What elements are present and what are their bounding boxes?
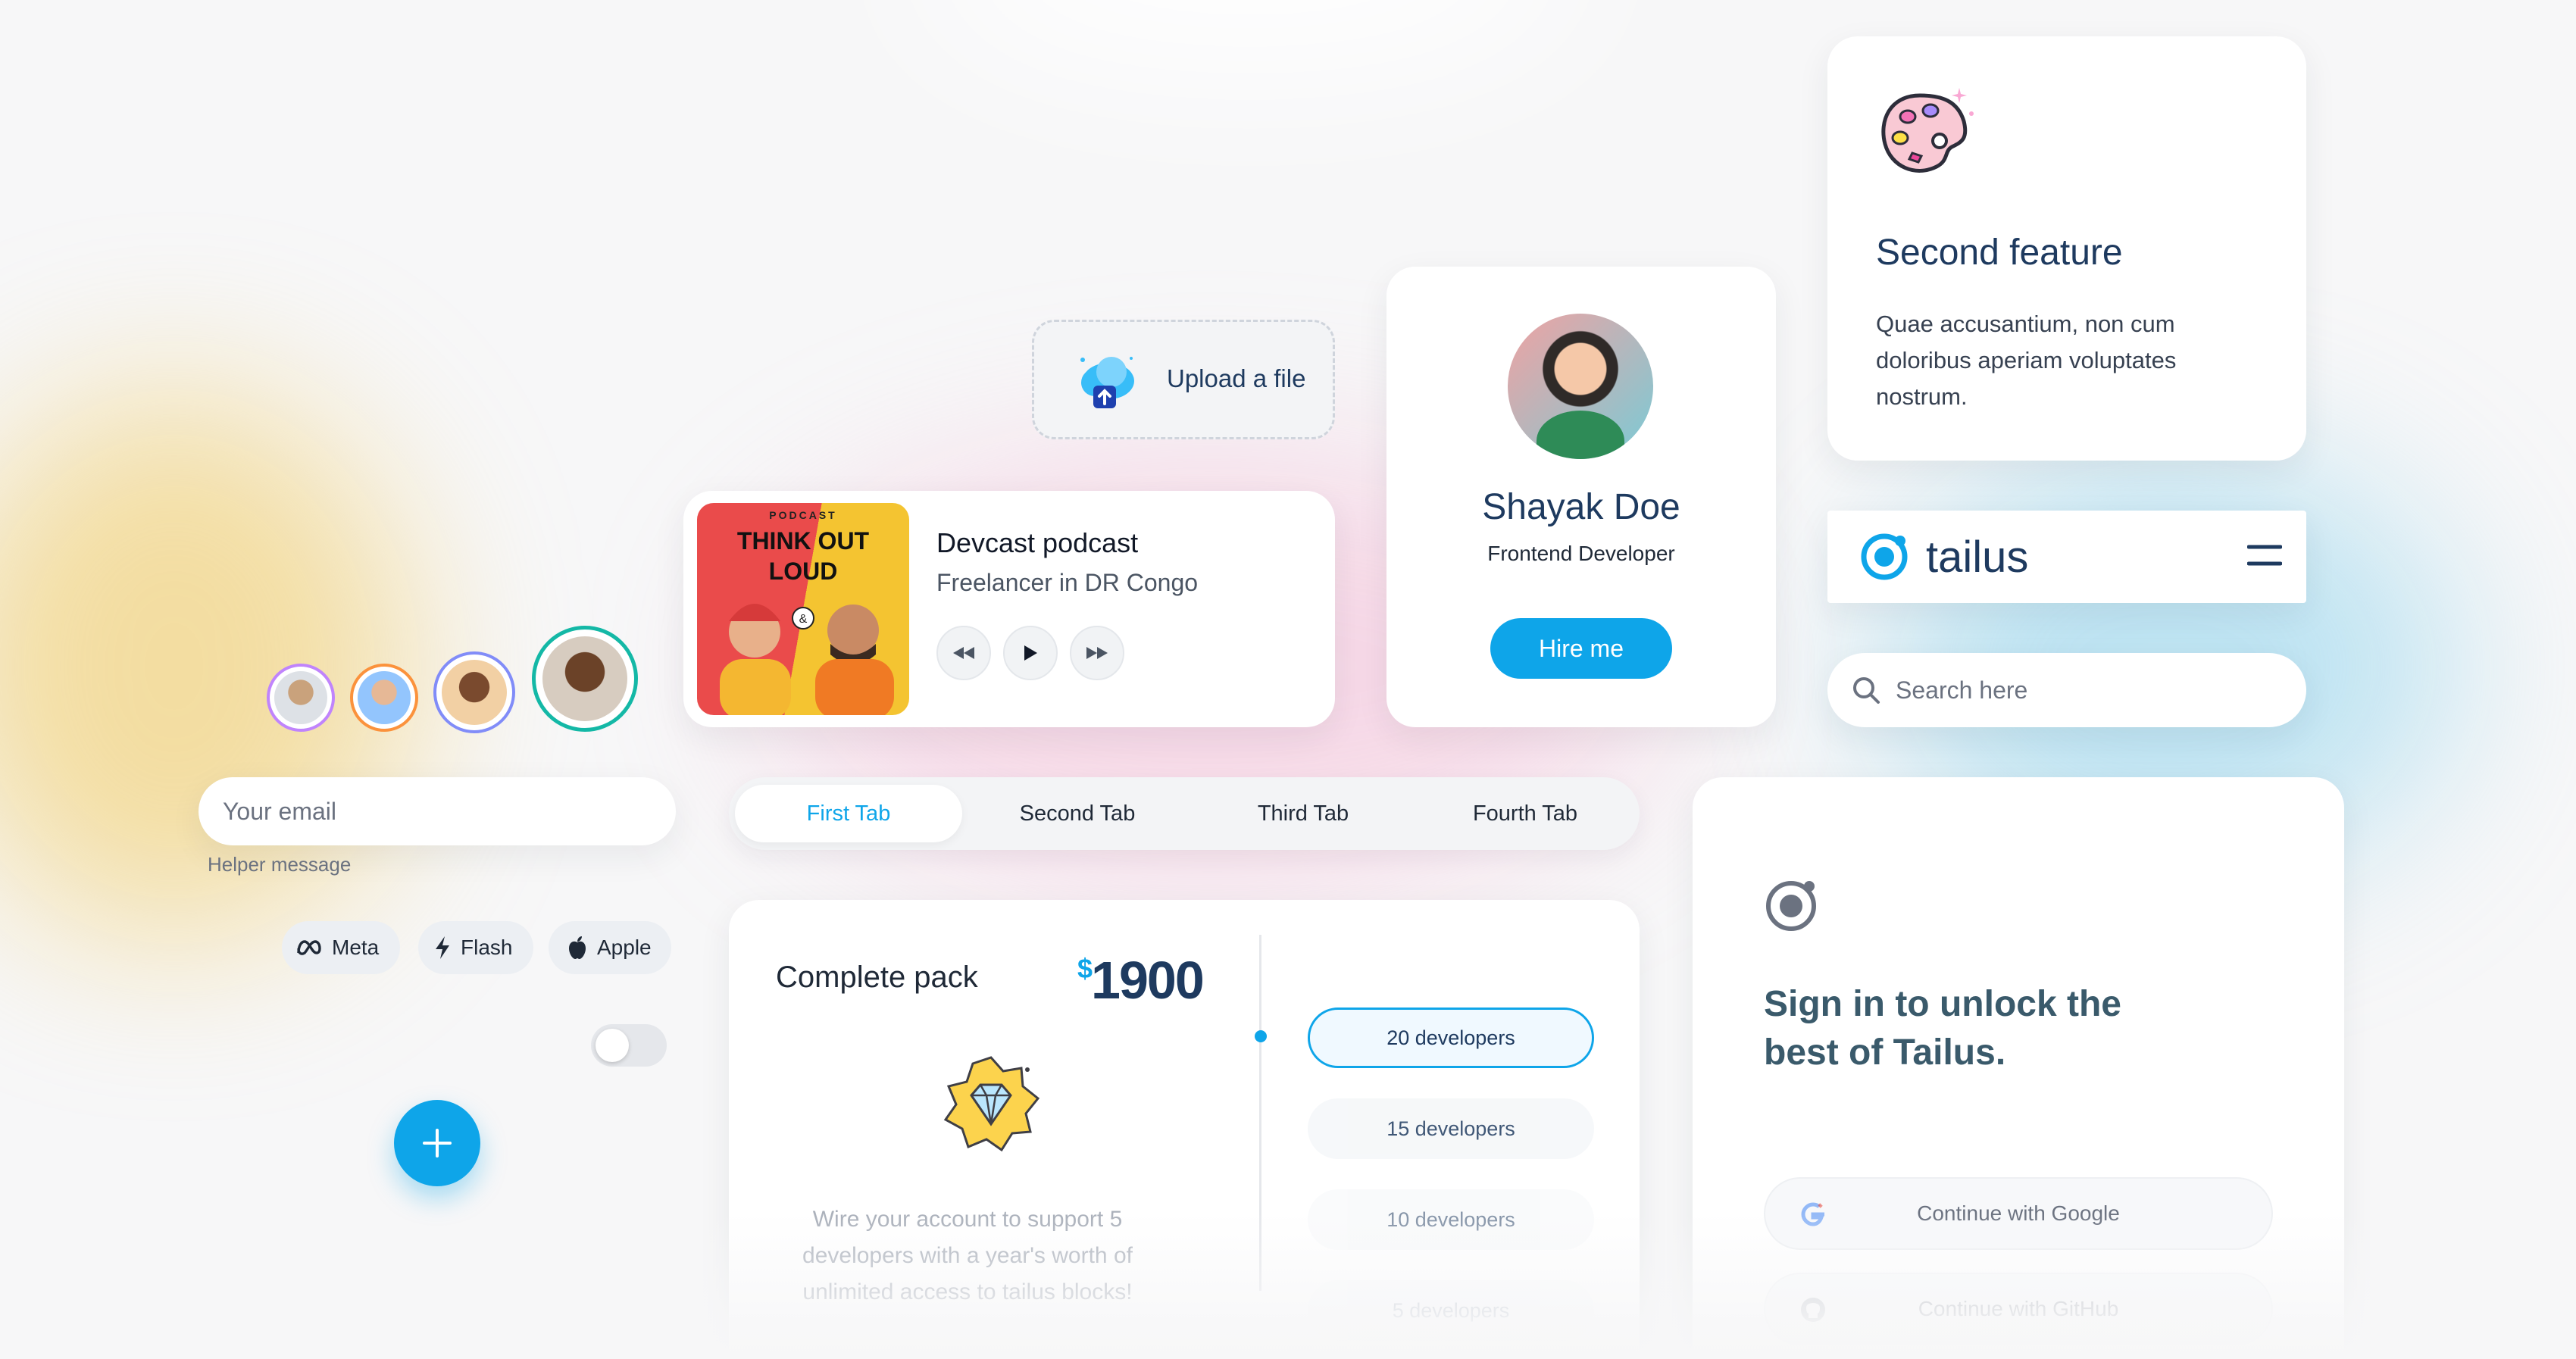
option-15-developers[interactable]: 15 developers [1308, 1098, 1594, 1159]
tab-bar: First Tab Second Tab Third Tab Fourth Ta… [729, 777, 1640, 850]
avatar[interactable] [267, 664, 335, 732]
continue-with-github-button[interactable]: Continue with GitHub [1764, 1273, 2273, 1345]
plan-description: Wire your account to support 5 developer… [802, 1207, 1133, 1304]
chip-label: Flash [461, 936, 513, 959]
plus-icon [423, 1129, 452, 1157]
svg-text:&: & [799, 613, 808, 626]
tab-first[interactable]: First Tab [735, 785, 962, 842]
avatar[interactable] [350, 664, 418, 732]
helper-message: Helper message [208, 853, 352, 876]
tab-third[interactable]: Third Tab [1190, 785, 1417, 842]
plan-price: $1900 [1077, 951, 1205, 1010]
palette-icon [1874, 83, 1980, 182]
email-input[interactable] [223, 792, 647, 830]
option-10-developers[interactable]: 10 developers [1308, 1189, 1594, 1250]
podcast-subtitle: Freelancer in DR Congo [936, 569, 1199, 596]
avatar[interactable] [532, 626, 638, 732]
timeline-dot [1255, 1030, 1267, 1042]
options-timeline [1259, 935, 1261, 1291]
toggle-switch[interactable] [591, 1024, 667, 1067]
chip-meta[interactable]: Meta [282, 921, 401, 974]
cloud-upload-icon [1072, 351, 1140, 413]
play-button[interactable] [1003, 626, 1058, 680]
rewind-icon [953, 647, 974, 659]
plan-title: Complete pack [776, 961, 978, 994]
chip-flash[interactable]: Flash [418, 921, 534, 974]
upload-dropzone[interactable]: Upload a file [1032, 320, 1335, 439]
signin-card: Sign in to unlock the best of Tailus. Co… [1693, 777, 2344, 1359]
search-input[interactable] [1896, 671, 2274, 709]
option-5-developers[interactable]: 5 developers [1308, 1280, 1594, 1341]
avatar [1508, 314, 1653, 459]
fast-forward-icon [1086, 647, 1108, 659]
chip-apple[interactable]: Apple [549, 921, 671, 974]
add-button[interactable] [394, 1100, 480, 1186]
email-field [199, 777, 676, 845]
hamburger-menu-icon[interactable] [2247, 541, 2282, 571]
play-icon [1024, 645, 1037, 661]
avatar[interactable] [433, 651, 515, 733]
profile-card: Shayak Doe Frontend Developer Hire me [1386, 267, 1776, 727]
github-label: Continue with GitHub [1918, 1297, 2119, 1320]
chip-label: Apple [597, 936, 652, 959]
hire-me-button[interactable]: Hire me [1490, 618, 1672, 679]
navbar: tailus [1827, 511, 2306, 603]
search-icon [1852, 676, 1880, 704]
toggle-knob [596, 1029, 629, 1062]
apple-icon [569, 936, 586, 959]
profile-role: Frontend Developer [1487, 542, 1675, 565]
tailus-logo-icon[interactable] [1858, 530, 1911, 583]
podcast-hosts-illustration: & [720, 604, 894, 715]
tab-second[interactable]: Second Tab [964, 785, 1191, 842]
feature-title: Second feature [1876, 233, 2123, 273]
logo-icon [1762, 874, 1823, 935]
rewind-button[interactable] [936, 626, 991, 680]
podcast-card: PODCAST THINK OUT LOUD & Devcast podcast… [683, 491, 1335, 727]
signin-title: Sign in to unlock the best of Tailus. [1764, 984, 2121, 1073]
upload-label: Upload a file [1167, 364, 1306, 392]
tab-fourth[interactable]: Fourth Tab [1415, 785, 1635, 842]
option-20-developers[interactable]: 20 developers [1308, 1008, 1594, 1068]
pricing-card: Complete pack $1900 Wire your account to… [729, 900, 1640, 1359]
brand-name[interactable]: tailus [1926, 532, 2028, 583]
podcast-cover: PODCAST THINK OUT LOUD & [697, 503, 909, 715]
diamond-badge-icon [938, 1051, 1044, 1157]
feature-card: Second feature Quae accusantium, non cum… [1827, 36, 2306, 461]
continue-with-google-button[interactable]: Continue with Google [1764, 1177, 2273, 1250]
podcast-title: Devcast podcast [936, 527, 1139, 558]
google-label: Continue with Google [1917, 1201, 2120, 1225]
flash-icon [436, 936, 449, 959]
meta-icon [297, 940, 321, 955]
fast-forward-button[interactable] [1070, 626, 1124, 680]
feature-text: Quae accusantium, non cum doloribus aper… [1876, 311, 2177, 410]
search-bar [1827, 653, 2306, 727]
chip-label: Meta [332, 936, 380, 959]
profile-name: Shayak Doe [1482, 487, 1680, 527]
